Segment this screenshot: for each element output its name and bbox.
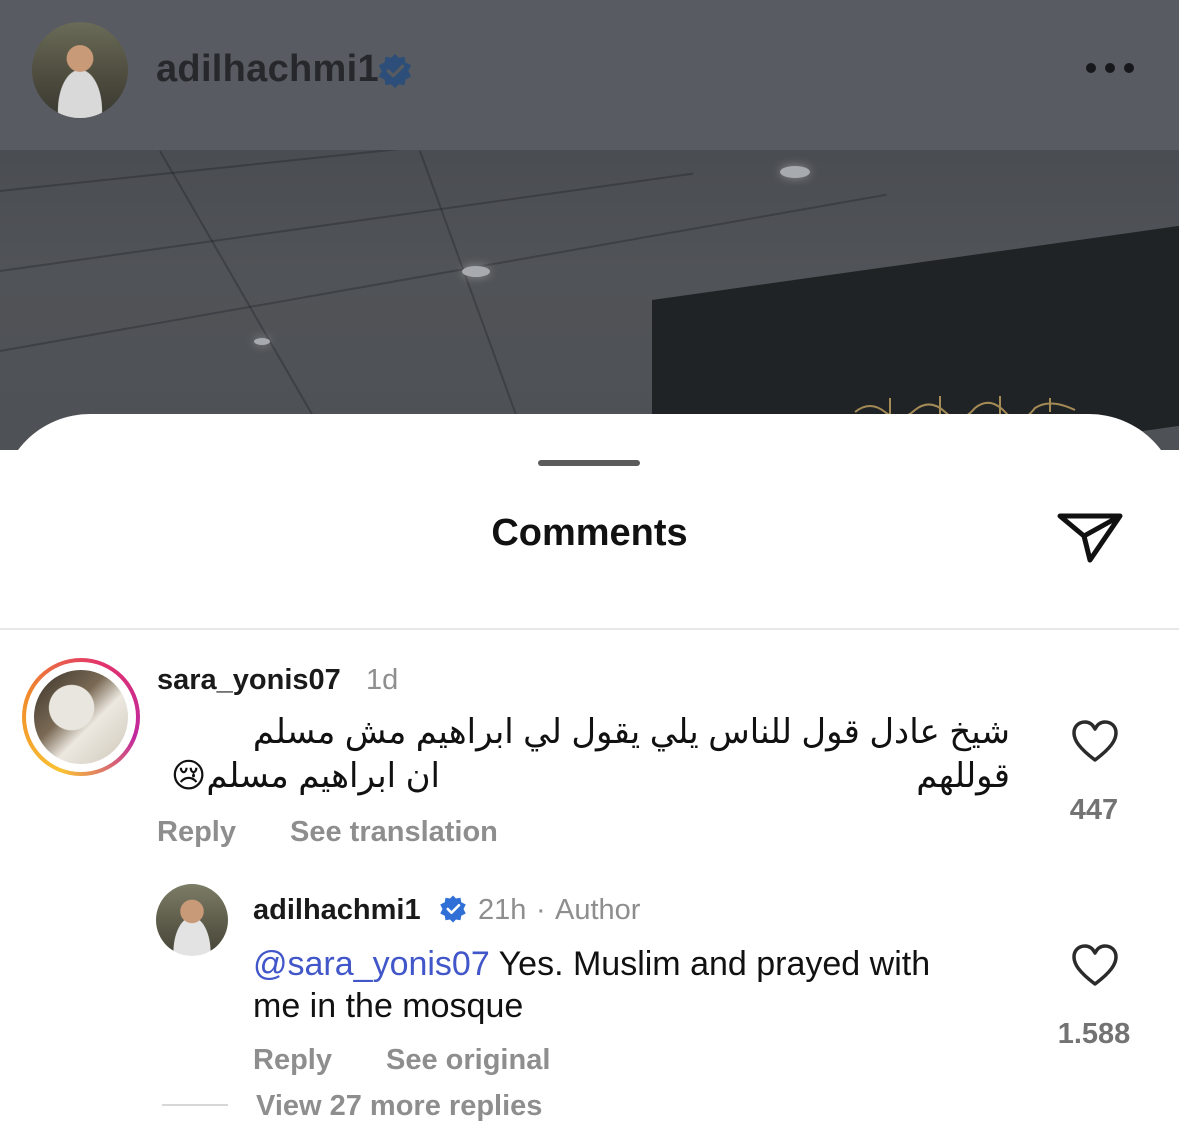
comment-text-line2: ان ابراهيم مسلم😢: [170, 757, 440, 795]
sheet-title: Comments: [491, 512, 688, 554]
comment-time: 1d: [366, 664, 399, 696]
comment-username[interactable]: sara_yonis07: [157, 664, 341, 697]
commenter-avatar: [34, 670, 128, 764]
heart-icon[interactable]: [1071, 720, 1119, 764]
see-translation-button[interactable]: See translation: [290, 816, 498, 849]
share-icon[interactable]: [1054, 502, 1126, 574]
thread-line: [162, 1104, 228, 1106]
view-more-replies-button[interactable]: View 27 more replies: [256, 1090, 542, 1123]
reply-author-avatar[interactable]: [156, 884, 228, 956]
post-author-avatar[interactable]: [32, 22, 128, 118]
more-options-icon[interactable]: [1086, 56, 1140, 80]
reply-time: 21h: [478, 894, 527, 926]
sheet-grabber[interactable]: [538, 460, 640, 466]
post-author-username[interactable]: adilhachmi1: [156, 48, 379, 91]
verified-badge-icon: [440, 895, 466, 923]
commenter-avatar-story-ring[interactable]: [22, 658, 140, 776]
verified-badge-icon: [378, 53, 412, 89]
post-header: adilhachmi1: [0, 0, 1179, 150]
meta-separator: ·: [536, 894, 546, 926]
like-count: 447: [1069, 794, 1119, 826]
reply-button[interactable]: Reply: [253, 1044, 332, 1077]
comments-sheet: Comments sara_yonis07 1d شيخ عادل قول لل…: [0, 414, 1179, 1145]
heart-icon[interactable]: [1071, 944, 1119, 988]
reply-text-line2: me in the mosque: [253, 987, 524, 1025]
like-count: 1.588: [1057, 1018, 1131, 1050]
see-original-button[interactable]: See original: [386, 1044, 550, 1077]
reply-text-line1: @sara_yonis07 Yes. Muslim and prayed wit…: [253, 942, 1033, 986]
reply-text-rest: Yes. Muslim and prayed with: [489, 945, 931, 983]
sheet-divider: [0, 628, 1179, 630]
author-label: Author: [555, 894, 641, 926]
reply-button[interactable]: Reply: [157, 816, 236, 849]
mention-link[interactable]: @sara_yonis07: [253, 945, 490, 983]
post-photo: [0, 150, 1179, 450]
reply-username[interactable]: adilhachmi1: [253, 894, 421, 927]
